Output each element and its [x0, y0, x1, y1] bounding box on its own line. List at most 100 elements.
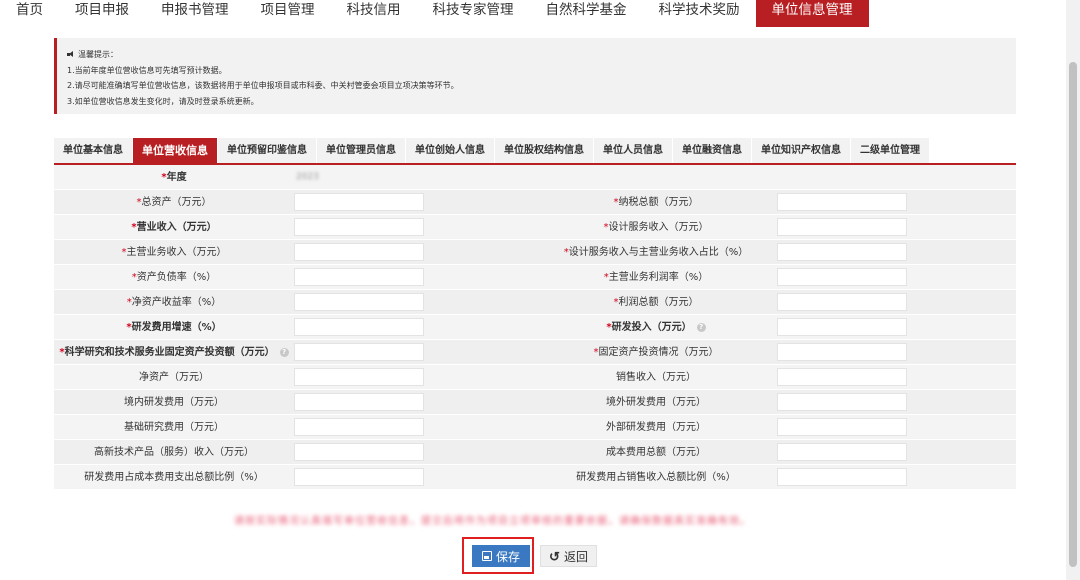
- nav-item[interactable]: 申报书管理: [145, 0, 245, 27]
- field-label-text: 研发费用增速（%）: [131, 322, 222, 333]
- form-row: *主营业务收入（万元） *设计服务收入与主营业务收入占比（%）: [54, 240, 1016, 265]
- field-label: *固定资产投资情况（万元）: [536, 340, 776, 364]
- field-input[interactable]: [294, 268, 424, 286]
- field-input[interactable]: [777, 318, 907, 336]
- field-label: 高新技术产品（服务）收入（万元）: [54, 440, 294, 464]
- field-input[interactable]: [294, 193, 424, 211]
- field-value-cell: [776, 365, 1016, 389]
- help-icon[interactable]: ?: [279, 347, 289, 357]
- field-input[interactable]: [294, 468, 424, 486]
- form-row: 基础研究费用（万元） 外部研发费用（万元）: [54, 415, 1016, 440]
- field-input[interactable]: [294, 368, 424, 386]
- field-label: *设计服务收入与主营业务收入占比（%）: [536, 240, 776, 264]
- tab-item[interactable]: 单位营收信息: [133, 138, 217, 163]
- nav-item[interactable]: 首页: [0, 0, 59, 27]
- field-value-cell: [776, 390, 1016, 414]
- help-icon[interactable]: ?: [696, 322, 706, 332]
- nav-item[interactable]: 科技信用: [331, 0, 417, 27]
- field-label: *营业收入（万元）: [54, 215, 294, 239]
- nav-item[interactable]: 自然科学基金: [530, 0, 643, 27]
- field-label: 境外研发费用（万元）: [536, 390, 776, 414]
- form-row: 净资产（万元） 销售收入（万元）: [54, 365, 1016, 390]
- field-input[interactable]: [777, 443, 907, 461]
- nav-item[interactable]: 项目管理: [245, 0, 331, 27]
- field-input[interactable]: [777, 393, 907, 411]
- nav-item[interactable]: 项目申报: [59, 0, 145, 27]
- field-input[interactable]: [294, 343, 424, 361]
- field-input[interactable]: [294, 218, 424, 236]
- field-value-cell: [776, 265, 1016, 289]
- tab-item[interactable]: 单位融资信息: [673, 138, 751, 163]
- nav-item[interactable]: 单位信息管理: [755, 0, 869, 27]
- year-value: 2023: [296, 172, 319, 182]
- field-input[interactable]: [777, 468, 907, 486]
- field-label-text: 营业收入（万元）: [136, 222, 217, 233]
- field-label-text: 利润总额（万元）: [618, 297, 699, 308]
- field-input[interactable]: [777, 193, 907, 211]
- field-input[interactable]: [294, 443, 424, 461]
- tab-item[interactable]: 单位基本信息: [54, 138, 132, 163]
- speaker-icon: [67, 51, 75, 58]
- tab-item[interactable]: 单位知识产权信息: [752, 138, 850, 163]
- save-button[interactable]: 保存: [472, 545, 530, 567]
- scrollbar-thumb[interactable]: [1069, 62, 1077, 567]
- form-row: *总资产（万元） *纳税总额（万元）: [54, 190, 1016, 215]
- field-value-cell: [294, 265, 536, 289]
- field-input[interactable]: [777, 368, 907, 386]
- tab-item[interactable]: 单位管理员信息: [317, 138, 405, 163]
- notice-box: 温馨提示： 1.当前年度单位营收信息可先填写预计数据。 2.请尽可能准确填写单位…: [54, 38, 1016, 114]
- field-label: 销售收入（万元）: [536, 365, 776, 389]
- nav-item[interactable]: 科技专家管理: [417, 0, 530, 27]
- field-input[interactable]: [294, 393, 424, 411]
- field-label-text: 固定资产投资情况（万元）: [598, 347, 719, 358]
- tab-item[interactable]: 二级单位管理: [851, 138, 929, 163]
- field-input[interactable]: [777, 243, 907, 261]
- form-row: *资产负债率（%） *主营业务利润率（%）: [54, 265, 1016, 290]
- field-label-text: 成本费用总额（万元）: [606, 447, 706, 458]
- vertical-scrollbar[interactable]: [1066, 0, 1080, 580]
- field-value-cell: [294, 365, 536, 389]
- field-label-text: 境内研发费用（万元）: [124, 397, 224, 408]
- field-label-text: 基础研究费用（万元）: [124, 422, 224, 433]
- field-input[interactable]: [294, 318, 424, 336]
- nav-item[interactable]: 科学技术奖励: [643, 0, 756, 27]
- tab-item[interactable]: 单位创始人信息: [406, 138, 494, 163]
- tab-item[interactable]: 单位人员信息: [594, 138, 672, 163]
- field-input[interactable]: [294, 418, 424, 436]
- field-value-cell: [776, 240, 1016, 264]
- field-input[interactable]: [294, 293, 424, 311]
- year-label: *年度: [161, 172, 187, 183]
- field-input[interactable]: [294, 243, 424, 261]
- field-value-cell: [294, 215, 536, 239]
- tab-item[interactable]: 单位股权结构信息: [495, 138, 593, 163]
- field-label-text: 设计服务收入（万元）: [608, 222, 709, 233]
- notice-line: 2.请尽可能准确填写单位营收信息，该数据将用于单位申报项目或市科委、中关村管委会…: [67, 81, 459, 90]
- undo-icon: ↺: [549, 548, 560, 564]
- field-label: 成本费用总额（万元）: [536, 440, 776, 464]
- field-input[interactable]: [777, 218, 907, 236]
- field-label: *纳税总额（万元）: [536, 190, 776, 214]
- field-label-text: 总资产（万元）: [141, 197, 212, 208]
- field-label-text: 高新技术产品（服务）收入（万元）: [94, 447, 254, 458]
- field-value-cell: [776, 465, 1016, 489]
- notice-line: 1.当前年度单位营收信息可先填写预计数据。: [67, 65, 227, 75]
- field-input[interactable]: [777, 268, 907, 286]
- field-input[interactable]: [777, 293, 907, 311]
- field-label-text: 纳税总额（万元）: [618, 197, 699, 208]
- form-row: *营业收入（万元） *设计服务收入（万元）: [54, 215, 1016, 240]
- tab-item[interactable]: 单位预留印鉴信息: [218, 138, 316, 163]
- revenue-form: *年度 2023 *总资产（万元） *纳税总额（万元） *营业收入（万元） *设计服务…: [54, 165, 1016, 490]
- notice-title-row: 温馨提示：: [67, 47, 1006, 63]
- red-note: 请按实际情况认真填写单位营收信息，提交后将作为项目立项审核的重要依据，请确保数据…: [234, 516, 751, 527]
- save-button-label: 保存: [495, 549, 520, 564]
- year-value-cell: 2023: [294, 165, 536, 189]
- field-label-text: 净资产收益率（%）: [131, 297, 222, 308]
- back-button[interactable]: ↺ 返回: [540, 545, 597, 567]
- field-value-cell: [776, 440, 1016, 464]
- field-input[interactable]: [777, 343, 907, 361]
- field-label: 净资产（万元）: [54, 365, 294, 389]
- field-input[interactable]: [777, 418, 907, 436]
- field-label-text: 主营业务收入（万元）: [126, 247, 227, 258]
- field-label: 研发费用占销售收入总额比例（%）: [536, 465, 776, 489]
- field-value-cell: [294, 315, 536, 339]
